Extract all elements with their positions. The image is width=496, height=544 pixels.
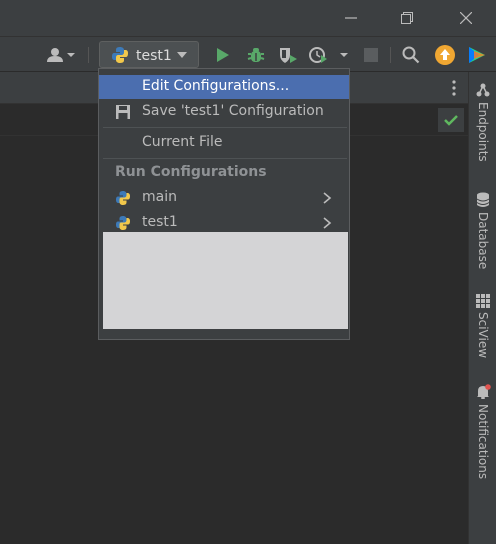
database-icon — [476, 192, 490, 207]
user-icon — [47, 48, 75, 62]
tool-window-label: Notifications — [476, 404, 490, 480]
minimize-button[interactable] — [328, 0, 374, 36]
profiler-clock-icon — [309, 47, 348, 63]
run-icon — [217, 48, 229, 62]
tool-window-label: Database — [476, 212, 490, 270]
menu-item-label: Save 'test1' Configuration — [142, 103, 324, 119]
run-configurations-header: Run Configurations — [115, 164, 267, 180]
checkmark-icon — [444, 115, 458, 126]
obscuring-overlay — [103, 232, 348, 329]
tool-window-label: SciView — [476, 312, 490, 359]
restore-icon — [401, 12, 413, 24]
toolbar-separator — [88, 47, 89, 63]
right-tool-bar: Endpoints Database SciView Notifications — [468, 72, 496, 544]
chevron-right-icon — [323, 217, 332, 229]
update-arrow-icon — [435, 45, 455, 65]
tool-window-endpoints[interactable]: Endpoints — [469, 82, 496, 162]
menu-item-save-configuration[interactable]: Save 'test1' Configuration — [99, 100, 349, 124]
tab-options-button[interactable] — [446, 78, 462, 98]
menu-item-edit-configurations[interactable]: Edit Configurations... — [99, 75, 349, 99]
inspection-status[interactable] — [438, 108, 464, 132]
search-everywhere-button[interactable] — [398, 37, 424, 73]
python-icon — [112, 47, 128, 63]
search-icon — [402, 46, 420, 64]
menu-item-label: Edit Configurations... — [142, 78, 290, 94]
chevron-down-icon — [177, 52, 187, 58]
menu-divider — [103, 158, 347, 159]
minimize-icon — [345, 17, 357, 19]
menu-divider — [103, 127, 347, 128]
ide-update-button[interactable] — [432, 37, 458, 73]
tool-window-label: Endpoints — [476, 102, 490, 162]
bell-icon — [477, 384, 491, 399]
run-config-label: test1 — [136, 48, 172, 64]
stop-button[interactable] — [359, 37, 383, 73]
chevron-right-icon — [323, 192, 332, 204]
python-icon — [116, 191, 130, 205]
toolbox-button[interactable] — [466, 37, 488, 73]
toolbar-separator — [390, 47, 391, 63]
save-disk-icon — [116, 105, 130, 119]
menu-item-label: Current File — [142, 134, 223, 150]
title-bar — [0, 0, 496, 36]
main-toolbar: test1 — [0, 36, 496, 72]
close-button[interactable] — [443, 0, 489, 36]
menu-item-current-file[interactable]: Current File — [99, 131, 349, 155]
endpoints-icon — [476, 83, 490, 97]
account-button[interactable] — [42, 37, 78, 73]
tool-window-database[interactable]: Database — [469, 192, 496, 269]
restore-button[interactable] — [384, 0, 430, 36]
close-icon — [460, 12, 472, 24]
toolbox-logo-icon — [469, 47, 485, 63]
menu-item-config-main[interactable]: main — [99, 186, 349, 210]
coverage-shield-icon — [280, 48, 297, 63]
tool-window-sciview[interactable]: SciView — [469, 294, 496, 358]
python-icon — [116, 216, 130, 230]
tool-window-notifications[interactable]: Notifications — [469, 384, 496, 479]
menu-item-label: test1 — [142, 214, 178, 230]
menu-item-label: main — [142, 189, 177, 205]
more-vertical-icon — [452, 80, 456, 96]
sciview-icon — [476, 294, 490, 308]
bug-icon — [247, 48, 265, 62]
stop-icon — [364, 48, 378, 62]
run-config-selector[interactable]: test1 — [99, 41, 199, 68]
